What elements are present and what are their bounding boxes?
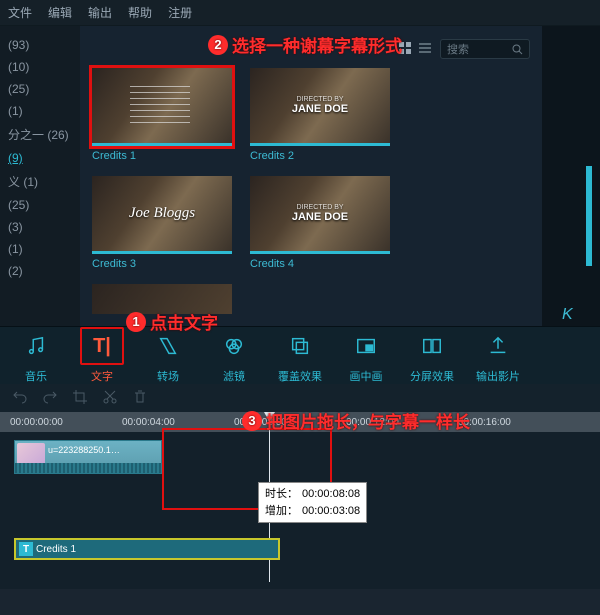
preview-panel: K [542,26,600,326]
template-credits-2[interactable]: DIRECTED BYJANE DOE Credits 2 [250,68,390,162]
menu-edit[interactable]: 编辑 [48,4,72,21]
ruler-tick: 00:00:16:00 [458,417,570,428]
search-placeholder: 搜索 [447,41,512,57]
preview-strip [586,166,592,266]
text-clip-label: Credits 1 [36,544,76,555]
annotation-1: 1 点击文字 [126,309,218,334]
clip-filename: u=223288250.1… [48,445,120,455]
cat-item[interactable]: (3) [0,216,80,238]
category-sidebar: (93) (10) (25) (1) 分之一 (26) (9) 义 (1) (2… [0,26,80,326]
cut-icon[interactable] [102,389,118,408]
annotation-2: 2 选择一种谢幕字幕形式 [208,32,402,57]
annotation-3: 3 把图片拖长，与字幕一样长 [242,408,470,433]
tool-export[interactable]: 输出影片 [472,327,524,384]
tool-transition[interactable]: 转场 [142,327,194,384]
template-gallery: 搜索 Credits 1 DIRECTED BYJANE DOE Credits… [80,26,542,326]
menu-output[interactable]: 输出 [88,4,112,21]
cat-item[interactable]: (25) [0,194,80,216]
tool-splitscreen[interactable]: 分屏效果 [406,327,458,384]
cat-item[interactable]: (2) [0,260,80,282]
text-clip-credits1[interactable]: T Credits 1 [14,538,280,560]
tool-music[interactable]: 音乐 [10,327,62,384]
undo-icon[interactable] [12,389,28,408]
cat-item[interactable]: (1) [0,100,80,122]
timeline[interactable]: u=223288250.1… 时长：00:00:08:08 增加：00:00:0… [0,432,600,589]
thumb-label: Credits 3 [92,254,232,270]
ruler-tick: 00:00:00:00 [10,417,122,428]
cat-item[interactable]: 义 (1) [0,169,80,194]
thumb-label: Credits 1 [92,146,232,162]
delete-icon[interactable] [132,389,148,408]
search-icon [512,44,523,55]
text-clip-icon: T [19,542,33,556]
crop-icon[interactable] [72,389,88,408]
menu-register[interactable]: 注册 [168,4,192,21]
template-credits-4[interactable]: DIRECTED BYJANE DOE Credits 4 [250,176,390,270]
tool-strip: 音乐 T|文字 转场 滤镜 覆盖效果 画中画 分屏效果 输出影片 1 点击文字 [0,326,600,384]
search-input[interactable]: 搜索 [440,39,530,59]
menu-file[interactable]: 文件 [8,4,32,21]
clip-thumb [17,443,45,465]
video-clip[interactable]: u=223288250.1… [14,440,162,474]
tool-overlay[interactable]: 覆盖效果 [274,327,326,384]
cat-item[interactable]: (93) [0,34,80,56]
clip-audio-strip [15,463,161,473]
tool-filter[interactable]: 滤镜 [208,327,260,384]
ruler-tick: 00:00:04:00 [122,417,234,428]
menu-bar: 文件 编辑 输出 帮助 注册 [0,0,600,26]
cat-item[interactable]: (9) [0,147,80,169]
menu-help[interactable]: 帮助 [128,4,152,21]
thumb-label: Credits 4 [250,254,390,270]
cat-item[interactable]: 分之一 (26) [0,122,80,147]
list-view-icon[interactable] [418,41,432,58]
tool-text[interactable]: T|文字 [76,327,128,384]
template-credits-3[interactable]: Joe Bloggs Credits 3 [92,176,232,270]
tool-pip[interactable]: 画中画 [340,327,392,384]
duration-tooltip: 时长：00:00:08:08 增加：00:00:03:08 [258,482,367,523]
preview-letter: K [562,306,573,324]
cat-item[interactable]: (10) [0,56,80,78]
template-credits-1[interactable]: Credits 1 [92,68,232,162]
redo-icon[interactable] [42,389,58,408]
cat-item[interactable]: (1) [0,238,80,260]
cat-item[interactable]: (25) [0,78,80,100]
thumb-label: Credits 2 [250,146,390,162]
